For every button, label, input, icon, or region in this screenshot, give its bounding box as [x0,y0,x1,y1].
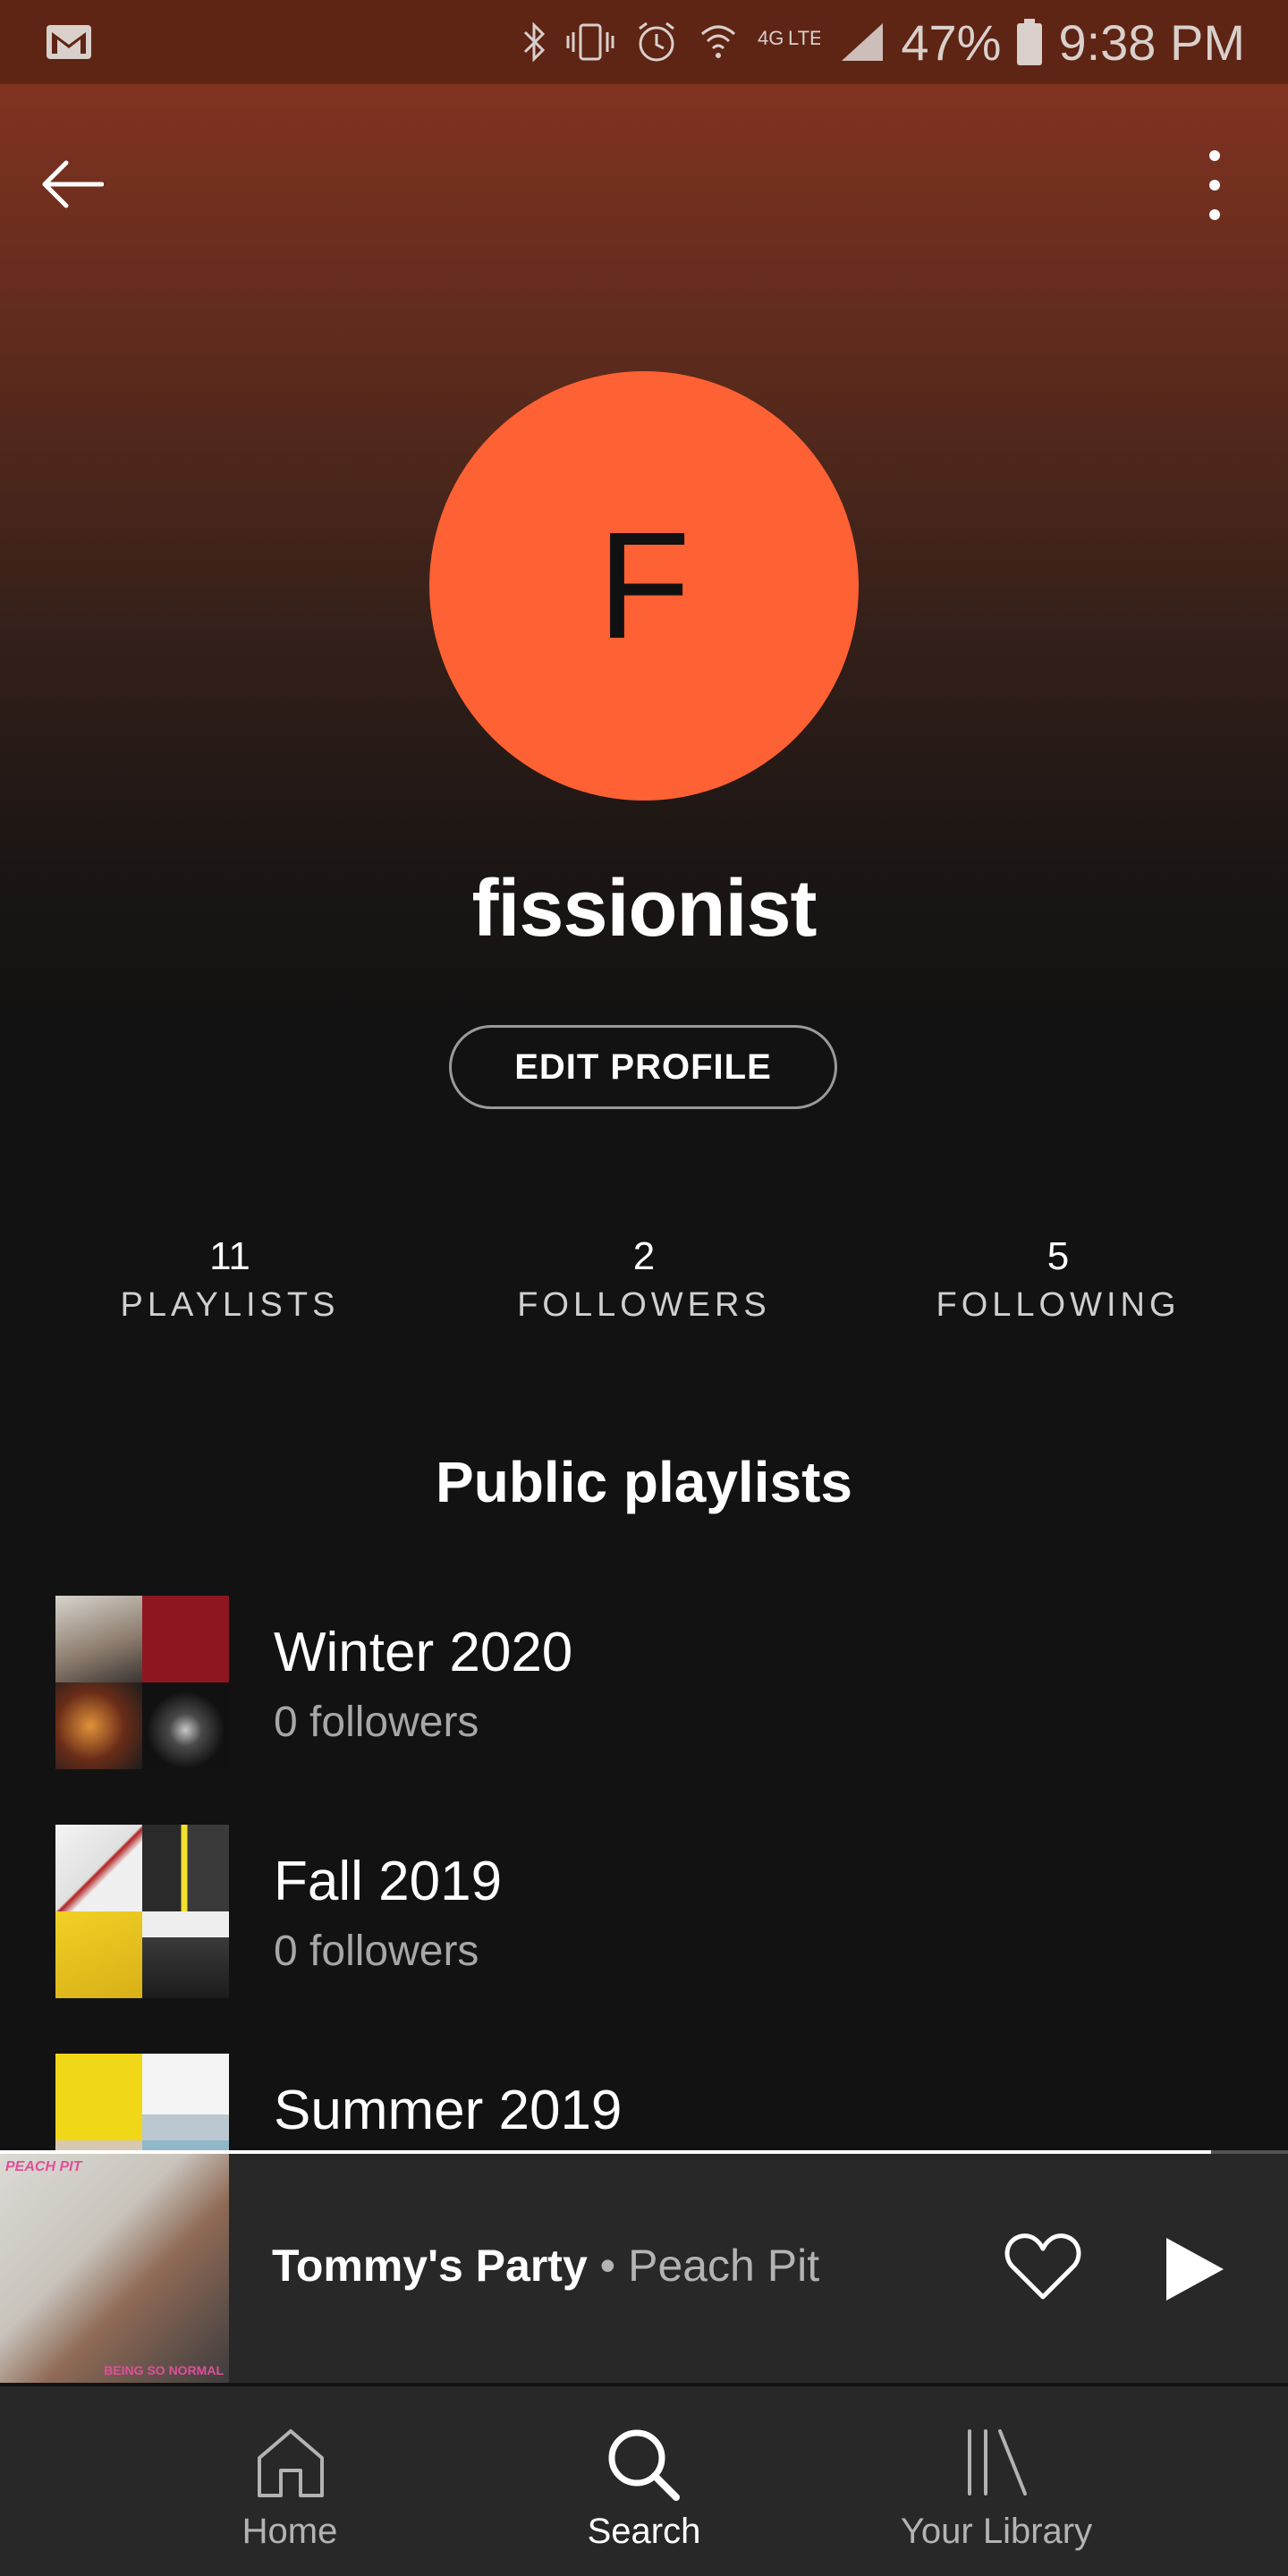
now-playing-album-art: PEACH PIT BEING SO NORMAL [0,2154,229,2383]
status-icons: 4G LTE [521,20,885,64]
nav-label: Your Library [900,2512,1093,2551]
playlist-item[interactable]: Summer 2019 [55,2054,1218,2150]
play-icon[interactable] [1163,2236,1225,2302]
signal-icon [842,23,884,61]
now-playing-title: Tommy's Party [272,2241,588,2291]
playlist-followers: 0 followers [274,1699,479,1746]
stat-label: FOLLOWERS [517,1286,771,1324]
section-title: Public playlists [436,1450,852,1514]
nav-search[interactable]: Search [483,2386,805,2576]
nav-label: Search [587,2512,701,2551]
stat-count: 2 [632,1234,656,1278]
profile-stats: 11 PLAYLISTS 2 FOLLOWERS 5 FOLLOWING [0,1234,1288,1342]
alarm-icon [639,21,675,62]
bluetooth-icon [524,21,546,63]
playlist-cover [55,2054,229,2150]
lte-icon: 4G LTE [758,27,820,49]
stat-followers[interactable]: 2 FOLLOWERS [483,1234,805,1325]
stat-label: FOLLOWING [936,1286,1181,1324]
nav-label: Home [242,2512,338,2551]
battery-icon [1017,19,1043,65]
playlist-item[interactable]: Fall 2019 0 followers [55,1825,1218,2004]
playlist-name: Fall 2019 [274,1851,503,1912]
more-options-icon[interactable] [1199,145,1231,225]
edit-profile-button[interactable]: EDIT PROFILE [449,1025,837,1109]
now-playing-bar[interactable]: PEACH PIT BEING SO NORMAL Tommy's Party … [0,2154,1288,2383]
username: fissionist [471,864,817,953]
nav-home[interactable]: Home [129,2386,451,2576]
playlist-item[interactable]: Winter 2020 0 followers [55,1596,1218,1775]
back-arrow-icon[interactable] [39,157,104,211]
avatar-initial: F [597,501,691,671]
stat-count: 11 [209,1234,250,1278]
stat-following[interactable]: 5 FOLLOWING [897,1234,1219,1325]
vibrate-icon [566,23,614,61]
now-playing-artist: Peach Pit [628,2241,820,2291]
gmail-icon [47,25,91,59]
heart-icon[interactable] [1004,2231,1082,2302]
home-icon [258,2429,324,2497]
library-icon [968,2429,1027,2496]
album-art-text: PEACH PIT [5,2159,82,2174]
avatar: F [429,371,859,801]
stat-playlists[interactable]: 11 PLAYLISTS [69,1234,391,1325]
nav-library[interactable]: Your Library [835,2386,1157,2576]
playlist-name: Summer 2019 [274,2080,623,2141]
svg-text:LTE: LTE [788,27,820,49]
search-icon [608,2429,680,2501]
now-playing-track-info: Tommy's Party • Peach Pit [272,2240,819,2292]
separator-dot: • [599,2241,616,2291]
playlist-cover [55,1825,229,1998]
album-art-text: BEING SO NORMAL [104,2363,224,2377]
stat-count: 5 [1046,1234,1070,1278]
status-bar: 4G LTE 47% 9:38 PM [0,0,1288,84]
playlist-cover [55,1596,229,1769]
playlist-name: Winter 2020 [274,1622,573,1683]
bottom-nav: Home Search Your Library [0,2386,1288,2576]
stat-label: PLAYLISTS [120,1286,340,1324]
battery-percent: 47% [901,13,1002,71]
svg-text:4G: 4G [758,27,784,49]
clock-time: 9:38 PM [1058,13,1245,71]
wifi-icon [701,25,736,58]
playlist-followers: 0 followers [274,1928,479,1975]
profile-page: 4G LTE 47% 9:38 PM F fissionist EDIT PROF… [0,0,1288,2576]
